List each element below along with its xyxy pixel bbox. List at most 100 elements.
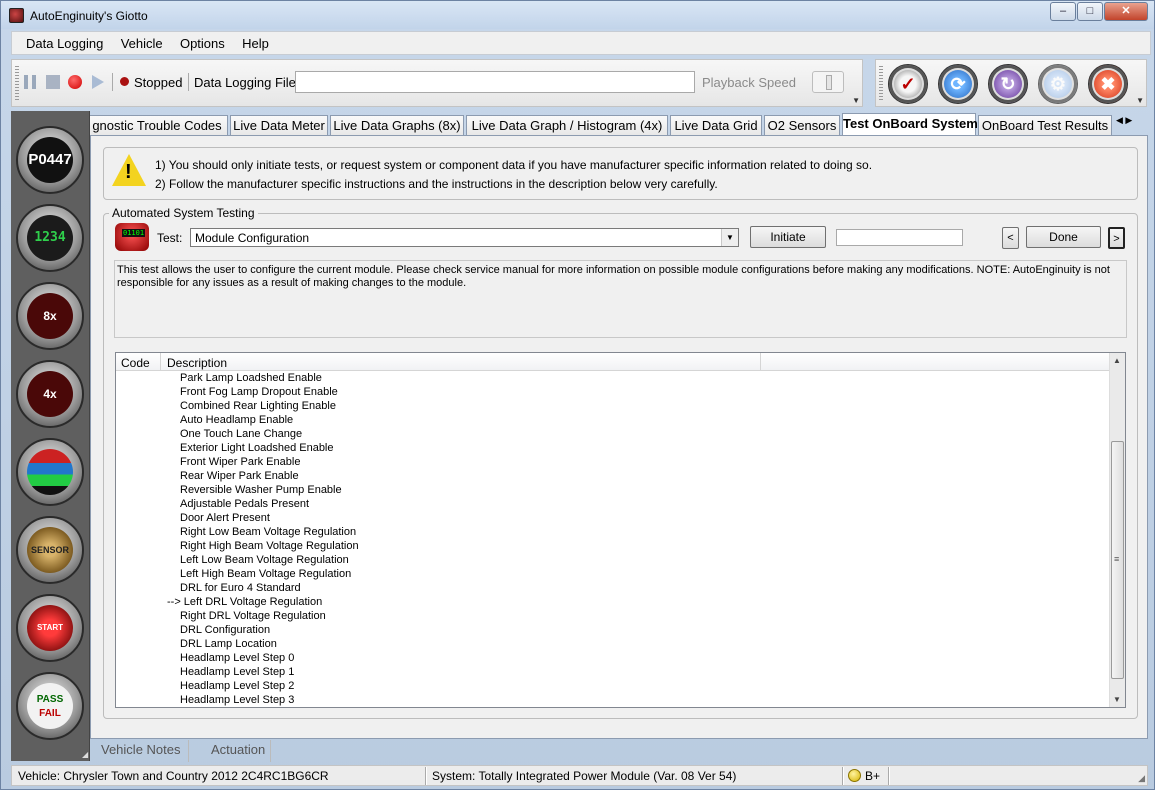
list-item[interactable]: DRL Lamp Location <box>116 637 1111 651</box>
module-test-icon: 01101 <box>115 223 149 251</box>
list-item[interactable]: --> Left DRL Voltage Regulation <box>116 595 1111 609</box>
tab-o2-sensors[interactable]: O2 Sensors <box>764 115 840 135</box>
data-logging-file-input[interactable] <box>295 71 695 93</box>
minimize-button[interactable]: – <box>1050 2 1076 21</box>
list-item[interactable]: Door Alert Present <box>116 511 1111 525</box>
list-item[interactable]: Right High Beam Voltage Regulation <box>116 539 1111 553</box>
list-item[interactable]: Combined Rear Lighting Enable <box>116 399 1111 413</box>
connection-status-icon <box>848 769 861 782</box>
close-button[interactable]: ✕ <box>1104 2 1148 21</box>
status-vehicle: Vehicle: Chrysler Town and Country 2012 … <box>18 769 329 783</box>
test-select[interactable]: Module Configuration ▼ <box>190 228 739 247</box>
test-label: Test: <box>157 231 183 245</box>
toolbar-overflow-icon[interactable]: ▼ <box>852 96 860 105</box>
toolbar-grip[interactable] <box>879 66 883 102</box>
list-item[interactable]: Headlamp Level Step 3 <box>116 693 1111 707</box>
tab-actuation[interactable]: Actuation <box>211 742 265 757</box>
list-item[interactable]: DRL for Euro 4 Standard <box>116 581 1111 595</box>
warning-box: 1) You should only initiate tests, or re… <box>103 147 1138 200</box>
tab-onboard-test-results[interactable]: OnBoard Test Results <box>978 115 1112 135</box>
tab-diagnostic-trouble-codes[interactable]: gnostic Trouble Codes <box>90 115 228 135</box>
tab-live-data-graphs-8x[interactable]: Live Data Graphs (8x) <box>330 115 464 135</box>
list-item[interactable]: Headlamp Level Step 1 <box>116 665 1111 679</box>
menu-options[interactable]: Options <box>180 32 225 51</box>
sidebar-expand-icon[interactable]: ◢ <box>82 750 88 759</box>
binary-readout: 01101 <box>122 229 146 237</box>
tab-test-onboard-system[interactable]: Test OnBoard System <box>842 113 978 135</box>
scroll-down-icon[interactable]: ▼ <box>1113 695 1121 704</box>
list-item[interactable]: Right DRL Voltage Regulation <box>116 609 1111 623</box>
tab-strip: gnostic Trouble Codes Live Data Meter Li… <box>90 113 1142 135</box>
playback-speed-label: Playback Speed <box>702 75 796 90</box>
list-item[interactable]: Left Low Beam Voltage Regulation <box>116 553 1111 567</box>
toolbar-grip[interactable] <box>15 66 19 102</box>
record-icon[interactable] <box>68 75 82 89</box>
sidebar-o2-button[interactable]: SENSOR <box>16 516 84 584</box>
connect-button[interactable]: ↻ <box>988 64 1028 104</box>
list-item[interactable]: Adjustable Pedals Present <box>116 497 1111 511</box>
column-divider[interactable] <box>760 353 761 371</box>
list-item[interactable]: Left High Beam Voltage Regulation <box>116 567 1111 581</box>
list-item[interactable]: Exterior Light Loadshed Enable <box>116 441 1111 455</box>
status-separator <box>888 767 890 785</box>
resize-grip-icon[interactable]: ◢ <box>1138 773 1145 784</box>
playback-speed-slider[interactable] <box>812 71 844 93</box>
column-divider[interactable] <box>160 353 161 371</box>
previous-button[interactable]: < <box>1002 227 1019 249</box>
warning-line-2: 2) Follow the manufacturer specific inst… <box>155 177 718 191</box>
menu-vehicle[interactable]: Vehicle <box>121 32 163 51</box>
list-item[interactable]: Headlamp Level Step 2 <box>116 679 1111 693</box>
list-item[interactable]: One Touch Lane Change <box>116 427 1111 441</box>
status-separator <box>842 767 844 785</box>
initiate-button[interactable]: Initiate <box>750 226 826 248</box>
dtc-icon: P0447 <box>27 137 73 183</box>
stop-icon[interactable] <box>46 75 60 89</box>
list-item[interactable]: Auto Headlamp Enable <box>116 413 1111 427</box>
app-logo-icon <box>9 8 24 23</box>
tab-live-data-grid[interactable]: Live Data Grid <box>670 115 762 135</box>
sidebar-graph-8x-button[interactable]: 8x <box>16 282 84 350</box>
tab-scroll-arrows-icon[interactable]: ◀ ▶ <box>1116 115 1132 126</box>
list-item[interactable]: Rear Wiper Park Enable <box>116 469 1111 483</box>
next-button[interactable]: > <box>1108 227 1125 249</box>
group-label: Automated System Testing <box>109 206 258 220</box>
sidebar-meter-button[interactable]: 1234 <box>16 204 84 272</box>
list-item[interactable]: Reversible Washer Pump Enable <box>116 483 1111 497</box>
action-toolbar: ✓ ⟳ ↻ ⚙ ✖ ▼ <box>875 59 1147 107</box>
sidebar-grid-button[interactable] <box>16 438 84 506</box>
column-header-description[interactable]: Description <box>167 356 227 370</box>
done-button[interactable]: Done <box>1026 226 1101 248</box>
clipboard-check-button[interactable]: ✓ <box>888 64 928 104</box>
tab-live-data-meter[interactable]: Live Data Meter <box>230 115 328 135</box>
toolbar-overflow-icon[interactable]: ▼ <box>1136 96 1144 105</box>
pass-fail-icon: PASS FAIL <box>27 683 73 729</box>
pause-icon[interactable] <box>24 75 36 89</box>
menu-data-logging[interactable]: Data Logging <box>26 32 103 51</box>
scroll-thumb[interactable]: ≡ <box>1111 441 1124 679</box>
menu-help[interactable]: Help <box>242 32 269 51</box>
list-item[interactable]: Headlamp Level Step 0 <box>116 651 1111 665</box>
sidebar-dtc-button[interactable]: P0447 <box>16 126 84 194</box>
sidebar-graph-4x-button[interactable]: 4x <box>16 360 84 428</box>
sidebar-test-button[interactable]: START <box>16 594 84 662</box>
list-item[interactable]: Front Wiper Park Enable <box>116 455 1111 469</box>
tab-vehicle-notes[interactable]: Vehicle Notes <box>101 742 181 757</box>
settings-wrench-button[interactable]: ⚙ <box>1038 64 1078 104</box>
list-item[interactable]: DRL Configuration <box>116 623 1111 637</box>
column-header-code[interactable]: Code <box>121 356 150 370</box>
configuration-list[interactable]: Code Description Park Lamp Loadshed Enab… <box>115 352 1126 708</box>
disconnect-button[interactable]: ✖ <box>1088 64 1128 104</box>
tab-live-data-graph-histogram-4x[interactable]: Live Data Graph / Histogram (4x) <box>466 115 668 135</box>
maximize-button[interactable]: □ <box>1077 2 1103 21</box>
list-item[interactable]: Park Lamp Loadshed Enable <box>116 371 1111 385</box>
refresh-button[interactable]: ⟳ <box>938 64 978 104</box>
play-icon[interactable] <box>92 75 104 89</box>
scroll-up-icon[interactable]: ▲ <box>1113 356 1121 365</box>
sidebar-results-button[interactable]: PASS FAIL <box>16 672 84 740</box>
chevron-down-icon[interactable]: ▼ <box>721 229 738 246</box>
list-item[interactable]: Front Fog Lamp Dropout Enable <box>116 385 1111 399</box>
test-result-field[interactable] <box>836 229 963 246</box>
list-item[interactable]: Right Low Beam Voltage Regulation <box>116 525 1111 539</box>
vertical-scrollbar[interactable]: ▲ ≡ ▼ <box>1109 353 1125 707</box>
graph-8x-icon: 8x <box>27 293 73 339</box>
